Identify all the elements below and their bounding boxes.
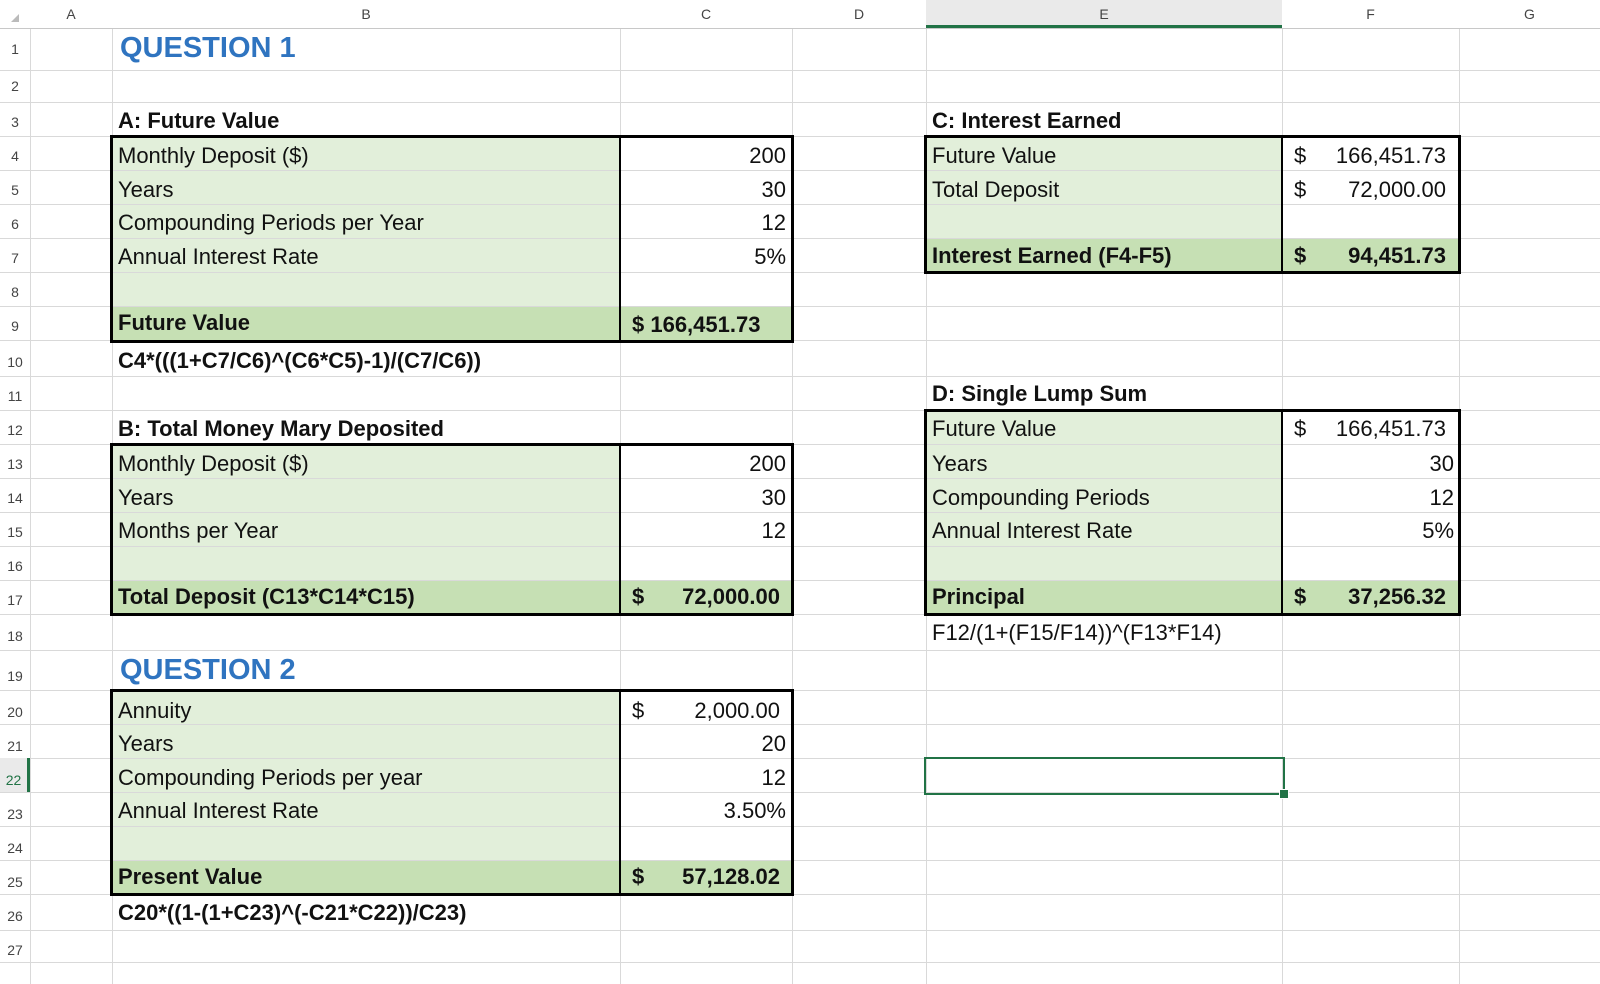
partB-row1-label[interactable]: Monthly Deposit ($) (118, 451, 309, 477)
partD-formula[interactable]: F12/(1+(F15/F14))^(F13*F14) (932, 620, 1222, 646)
q2-row3-label[interactable]: Compounding Periods per year (118, 765, 423, 791)
partB-row1-value[interactable]: 200 (620, 451, 786, 477)
row-header-25[interactable]: 25 (0, 860, 30, 894)
partB-row3-value[interactable]: 12 (620, 518, 786, 544)
row-header-19[interactable]: 19 (0, 650, 30, 690)
partB-row2-label[interactable]: Years (118, 485, 173, 511)
partA-row3-label[interactable]: Compounding Periods per Year (118, 210, 424, 236)
partD-heading[interactable]: D: Single Lump Sum (932, 381, 1147, 407)
question2-title[interactable]: QUESTION 2 (120, 654, 296, 687)
row-header-10[interactable]: 10 (0, 340, 30, 376)
q2-column-divider (619, 690, 621, 895)
partA-row1-value[interactable]: 200 (620, 143, 786, 169)
partC-result-value[interactable]: 94,451.73 (1300, 243, 1446, 269)
q2-row2-label[interactable]: Years (118, 731, 173, 757)
q2-row1-label[interactable]: Annuity (118, 698, 191, 724)
partB-row2-value[interactable]: 30 (620, 485, 786, 511)
q2-row3-value[interactable]: 12 (620, 765, 786, 791)
q2-row4-value[interactable]: 3.50% (620, 798, 786, 824)
partD-row2-label[interactable]: Years (932, 451, 987, 477)
row-header-20[interactable]: 20 (0, 690, 30, 724)
row-header-15[interactable]: 15 (0, 512, 30, 546)
row-header-21[interactable]: 21 (0, 724, 30, 758)
row-header-13[interactable]: 13 (0, 444, 30, 478)
row-header-9[interactable]: 9 (0, 306, 30, 340)
partD-row1-value[interactable]: 166,451.73 (1300, 416, 1446, 442)
q2-result-label[interactable]: Present Value (118, 864, 262, 890)
q2-row2-value[interactable]: 20 (620, 731, 786, 757)
row-header-3[interactable]: 3 (0, 102, 30, 136)
partB-heading[interactable]: B: Total Money Mary Deposited (118, 416, 444, 442)
partA-row4-value[interactable]: 5% (620, 244, 786, 270)
partD-result-label[interactable]: Principal (932, 584, 1025, 610)
row-header-16[interactable]: 16 (0, 546, 30, 580)
partD-row4-value[interactable]: 5% (1282, 518, 1454, 544)
question1-title[interactable]: QUESTION 1 (120, 32, 296, 65)
row-header-22[interactable]: 22 (0, 758, 30, 792)
partD-column-divider (1281, 410, 1283, 615)
column-header-b[interactable]: B (112, 0, 620, 28)
q2-row4-label[interactable]: Annual Interest Rate (118, 798, 319, 824)
partA-heading[interactable]: A: Future Value (118, 108, 279, 134)
row-header-6[interactable]: 6 (0, 204, 30, 238)
partA-row2-value[interactable]: 30 (620, 177, 786, 203)
q2-row1-value[interactable]: 2,000.00 (640, 698, 780, 724)
row-header-11[interactable]: 11 (0, 376, 30, 410)
q2-result-value[interactable]: 57,128.02 (640, 864, 780, 890)
partA-formula[interactable]: C4*(((1+C7/C6)^(C6*C5)-1)/(C7/C6)) (118, 348, 481, 374)
fill-handle[interactable] (1279, 789, 1289, 799)
partA-row4-label[interactable]: Annual Interest Rate (118, 244, 319, 270)
partA-row2-label[interactable]: Years (118, 177, 173, 203)
row-header-18[interactable]: 18 (0, 614, 30, 650)
partC-result-label[interactable]: Interest Earned (F4-F5) (932, 243, 1172, 269)
partC-row1-label[interactable]: Future Value (932, 143, 1056, 169)
row-header-24[interactable]: 24 (0, 826, 30, 860)
column-header-c[interactable]: C (620, 0, 792, 28)
row-header-26[interactable]: 26 (0, 894, 30, 930)
partA-result-value[interactable]: $ 166,451.73 (632, 312, 760, 338)
partC-heading[interactable]: C: Interest Earned (932, 108, 1122, 134)
partC-row2-label[interactable]: Total Deposit (932, 177, 1059, 203)
partB-row3-label[interactable]: Months per Year (118, 518, 278, 544)
partC-column-divider (1281, 136, 1283, 273)
column-header-d[interactable]: D (792, 0, 926, 28)
partB-result-label[interactable]: Total Deposit (C13*C14*C15) (118, 584, 415, 610)
row-header-8[interactable]: 8 (0, 272, 30, 306)
row-header-2[interactable]: 2 (0, 70, 30, 102)
partA-row1-label[interactable]: Monthly Deposit ($) (118, 143, 309, 169)
row-header-17[interactable]: 17 (0, 580, 30, 614)
row-header-14[interactable]: 14 (0, 478, 30, 512)
corner-select-all[interactable] (0, 0, 30, 28)
q2-formula[interactable]: C20*((1-(1+C23)^(-C21*C22))/C23) (118, 900, 466, 926)
row-header-7[interactable]: 7 (0, 238, 30, 272)
partB-result-value[interactable]: 72,000.00 (640, 584, 780, 610)
column-header-f[interactable]: F (1282, 0, 1459, 28)
partD-row2-value[interactable]: 30 (1282, 451, 1454, 477)
partB-column-divider (619, 444, 621, 615)
row-header-5[interactable]: 5 (0, 170, 30, 204)
partA-row3-value[interactable]: 12 (620, 210, 786, 236)
row-header-27[interactable]: 27 (0, 930, 30, 962)
spreadsheet-grid: A B C D E F G 1 2 3 4 5 6 7 8 9 10 11 12… (0, 0, 1600, 984)
column-header-e[interactable]: E (926, 0, 1282, 28)
partD-row3-value[interactable]: 12 (1282, 485, 1454, 511)
row-header-23[interactable]: 23 (0, 792, 30, 826)
row-header-4[interactable]: 4 (0, 136, 30, 170)
partA-result-label[interactable]: Future Value (118, 310, 250, 336)
partD-row3-label[interactable]: Compounding Periods (932, 485, 1150, 511)
partD-row1-label[interactable]: Future Value (932, 416, 1056, 442)
partD-result-value[interactable]: 37,256.32 (1300, 584, 1446, 610)
row-header-12[interactable]: 12 (0, 410, 30, 444)
column-header-g[interactable]: G (1459, 0, 1600, 28)
selected-cell[interactable] (924, 757, 1285, 795)
partA-column-divider (619, 136, 621, 342)
row-header-1[interactable]: 1 (0, 28, 30, 70)
partC-row2-value[interactable]: 72,000.00 (1300, 177, 1446, 203)
partD-row4-label[interactable]: Annual Interest Rate (932, 518, 1133, 544)
partC-row1-value[interactable]: 166,451.73 (1300, 143, 1446, 169)
column-header-a[interactable]: A (30, 0, 112, 28)
